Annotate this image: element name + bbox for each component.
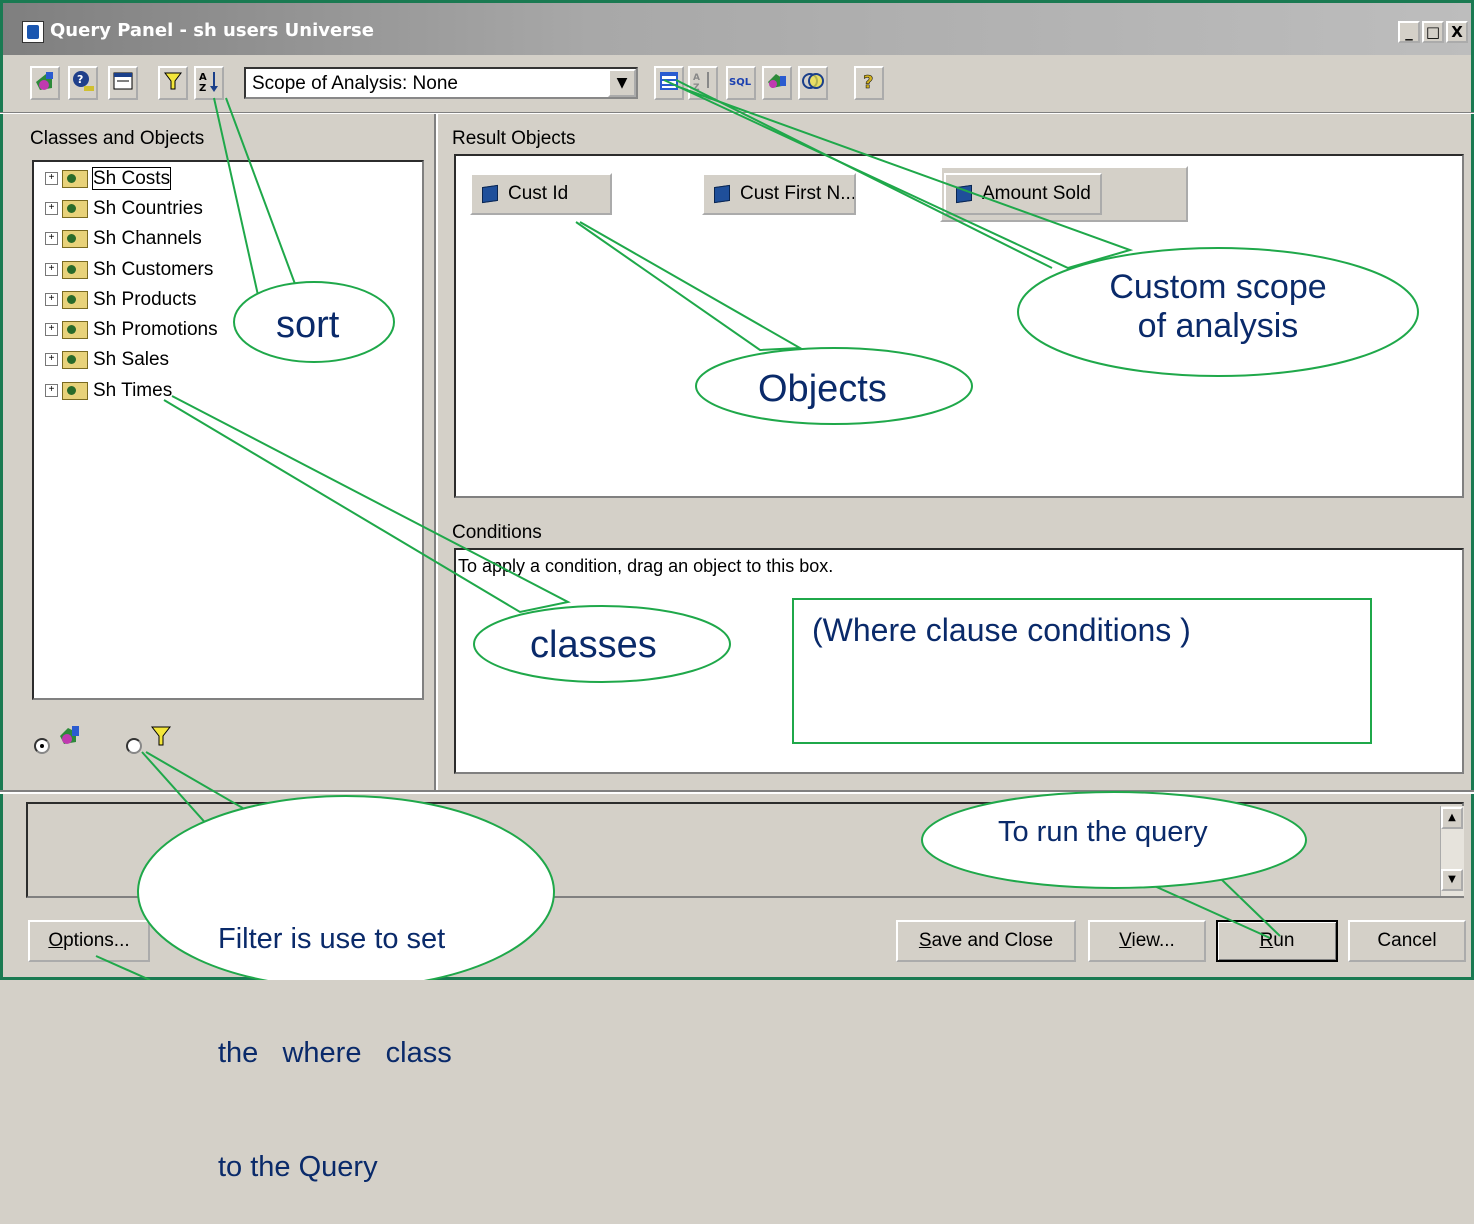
options-pointer: [95, 955, 151, 980]
custom-scope-pointer-2: [675, 79, 1053, 269]
filter-callout-text: Filter is use to set the where class to …: [218, 844, 452, 1224]
objects-callout-text: Objects: [758, 368, 887, 410]
custom-scope-callout-text: Custom scope of analysis: [1092, 268, 1344, 346]
classes-callout-text: classes: [530, 624, 657, 666]
custom-scope-line2: of analysis: [1137, 307, 1299, 345]
custom-scope-line1: Custom scope: [1109, 268, 1327, 306]
classes-pointer: [163, 395, 571, 614]
where-clause-text: (Where clause conditions ): [812, 612, 1191, 648]
filter-line1: Filter is use to set: [218, 923, 446, 955]
objects-pointer: [575, 221, 804, 352]
run-callout-text: To run the query: [998, 816, 1208, 848]
annotation-overlay: [95, 79, 1419, 980]
filter-line2: the where class: [218, 1037, 452, 1069]
filter-line3: to the Query: [218, 1151, 378, 1183]
sort-callout-text: sort: [276, 304, 340, 346]
